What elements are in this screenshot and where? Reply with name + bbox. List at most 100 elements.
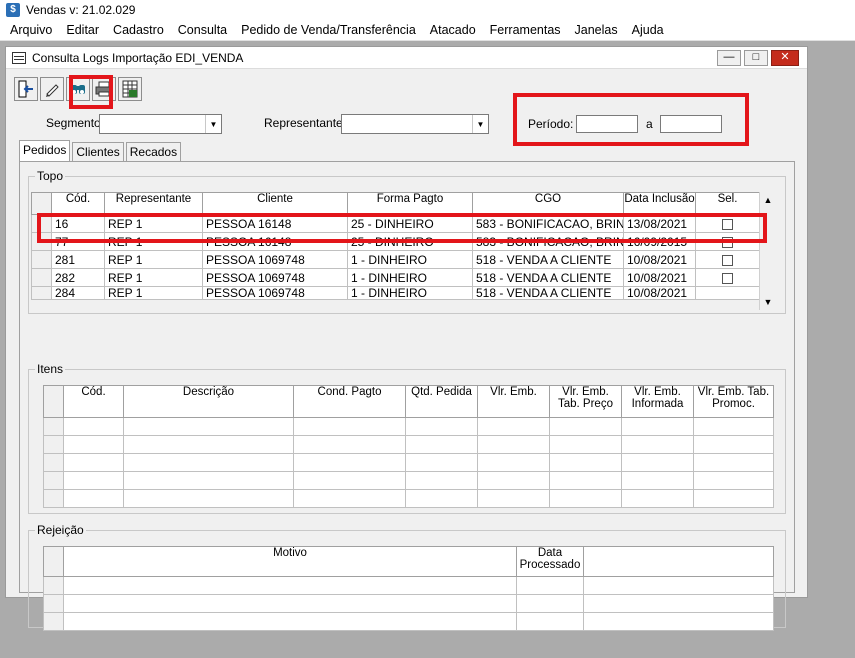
cell-cliente[interactable]: PESSOA 1069748 — [202, 268, 348, 287]
empty-cell[interactable] — [405, 453, 478, 472]
row-indicator[interactable] — [43, 435, 64, 454]
row-indicator[interactable] — [31, 250, 52, 269]
menu-editar[interactable]: Editar — [59, 23, 106, 37]
row-indicator[interactable] — [43, 576, 64, 595]
empty-cell[interactable] — [293, 435, 406, 454]
empty-cell[interactable] — [293, 417, 406, 436]
periodo-to-input[interactable] — [660, 115, 722, 133]
cell-sel[interactable] — [695, 250, 760, 269]
empty-cell[interactable] — [123, 453, 294, 472]
empty-cell[interactable] — [293, 471, 406, 490]
cell-cod[interactable]: 281 — [51, 250, 105, 269]
table-row[interactable] — [43, 576, 774, 595]
cell-representante[interactable]: REP 1 — [104, 250, 203, 269]
empty-cell[interactable] — [693, 489, 774, 508]
select-checkbox[interactable] — [722, 254, 733, 266]
empty-cell[interactable] — [516, 612, 584, 631]
empty-cell[interactable] — [583, 612, 774, 631]
cell-forma-pagto[interactable]: 1 - DINHEIRO — [347, 250, 473, 269]
tab-recados[interactable]: Recados — [125, 142, 182, 162]
empty-cell[interactable] — [621, 471, 694, 490]
col-vlr-emb[interactable]: Vlr. Emb. — [477, 385, 550, 418]
chevron-down-icon[interactable]: ▼ — [472, 115, 488, 133]
cell-sel[interactable] — [695, 268, 760, 287]
empty-cell[interactable] — [405, 471, 478, 490]
empty-cell[interactable] — [63, 594, 517, 613]
row-indicator[interactable] — [31, 232, 52, 251]
empty-cell[interactable] — [549, 435, 622, 454]
cell-cliente[interactable]: PESSOA 1069748 — [202, 250, 348, 269]
empty-cell[interactable] — [693, 453, 774, 472]
cell-cliente[interactable]: PESSOA 16148 — [202, 232, 348, 251]
minimize-button[interactable]: — — [717, 49, 741, 66]
col-qtd-pedida[interactable]: Qtd. Pedida — [405, 385, 478, 418]
table-row[interactable] — [43, 417, 774, 436]
cell-data[interactable]: 13/08/2021 — [623, 214, 696, 233]
select-checkbox[interactable] — [722, 272, 733, 284]
empty-cell[interactable] — [516, 594, 584, 613]
empty-cell[interactable] — [477, 471, 550, 490]
col-forma-pagto[interactable]: Forma Pagto — [347, 192, 473, 215]
table-row[interactable] — [43, 471, 774, 490]
empty-cell[interactable] — [549, 453, 622, 472]
empty-cell[interactable] — [549, 471, 622, 490]
cell-cod[interactable]: 77 — [51, 232, 105, 251]
row-indicator[interactable] — [43, 594, 64, 613]
empty-cell[interactable] — [621, 435, 694, 454]
empty-cell[interactable] — [477, 489, 550, 508]
empty-cell[interactable] — [549, 417, 622, 436]
col-data-inclusao[interactable]: Data Inclusão — [623, 192, 696, 215]
table-row[interactable] — [43, 435, 774, 454]
cell-data[interactable]: 10/08/2021 — [623, 268, 696, 287]
table-row[interactable]: 281 REP 1 PESSOA 1069748 1 - DINHEIRO 51… — [31, 250, 760, 269]
table-row[interactable] — [43, 453, 774, 472]
cell-forma-pagto[interactable]: 1 - DINHEIRO — [347, 268, 473, 287]
col-cliente[interactable]: Cliente — [202, 192, 348, 215]
table-row[interactable] — [43, 594, 774, 613]
menu-ferramentas[interactable]: Ferramentas — [483, 23, 568, 37]
empty-cell[interactable] — [123, 489, 294, 508]
empty-cell[interactable] — [405, 435, 478, 454]
cell-representante[interactable]: REP 1 — [104, 232, 203, 251]
empty-cell[interactable] — [63, 576, 517, 595]
empty-cell[interactable] — [63, 417, 124, 436]
cell-cliente[interactable]: PESSOA 1069748 — [202, 286, 348, 300]
cell-representante[interactable]: REP 1 — [104, 286, 203, 300]
select-checkbox[interactable] — [722, 218, 733, 230]
empty-cell[interactable] — [583, 594, 774, 613]
empty-cell[interactable] — [293, 453, 406, 472]
empty-cell[interactable] — [123, 417, 294, 436]
representante-combo[interactable]: ▼ — [341, 114, 489, 134]
empty-cell[interactable] — [693, 435, 774, 454]
cell-cgo[interactable]: 583 - BONIFICACAO, BRINDE — [472, 214, 624, 233]
print-button[interactable] — [92, 77, 116, 101]
scroll-down-icon[interactable]: ▼ — [760, 294, 776, 310]
cell-cgo[interactable]: 518 - VENDA A CLIENTE — [472, 250, 624, 269]
cell-cod[interactable]: 284 — [51, 286, 105, 300]
table-row[interactable] — [43, 489, 774, 508]
empty-cell[interactable] — [477, 453, 550, 472]
cell-forma-pagto[interactable]: 25 - DINHEIRO — [347, 214, 473, 233]
topo-scrollbar[interactable]: ▲ ▼ — [759, 192, 775, 310]
empty-cell[interactable] — [621, 489, 694, 508]
empty-cell[interactable] — [621, 417, 694, 436]
empty-cell[interactable] — [693, 471, 774, 490]
menu-pedido-venda[interactable]: Pedido de Venda/Transferência — [234, 23, 423, 37]
cell-data[interactable]: 16/09/2015 — [623, 232, 696, 251]
periodo-from-input[interactable] — [576, 115, 638, 133]
empty-cell[interactable] — [63, 435, 124, 454]
edit-button[interactable] — [40, 77, 64, 101]
empty-cell[interactable] — [583, 576, 774, 595]
cell-forma-pagto[interactable]: 25 - DINHEIRO — [347, 232, 473, 251]
row-indicator[interactable] — [31, 268, 52, 287]
row-indicator[interactable] — [43, 417, 64, 436]
cell-sel[interactable] — [695, 232, 760, 251]
col-representante[interactable]: Representante — [104, 192, 203, 215]
col-vlr-emb-informada[interactable]: Vlr. Emb. Informada — [621, 385, 694, 418]
cell-sel[interactable] — [695, 286, 760, 300]
cell-data[interactable]: 10/08/2021 — [623, 286, 696, 300]
tab-clientes[interactable]: Clientes — [72, 142, 124, 162]
menu-janelas[interactable]: Janelas — [568, 23, 625, 37]
export-button[interactable] — [118, 77, 142, 101]
row-indicator[interactable] — [31, 286, 52, 300]
